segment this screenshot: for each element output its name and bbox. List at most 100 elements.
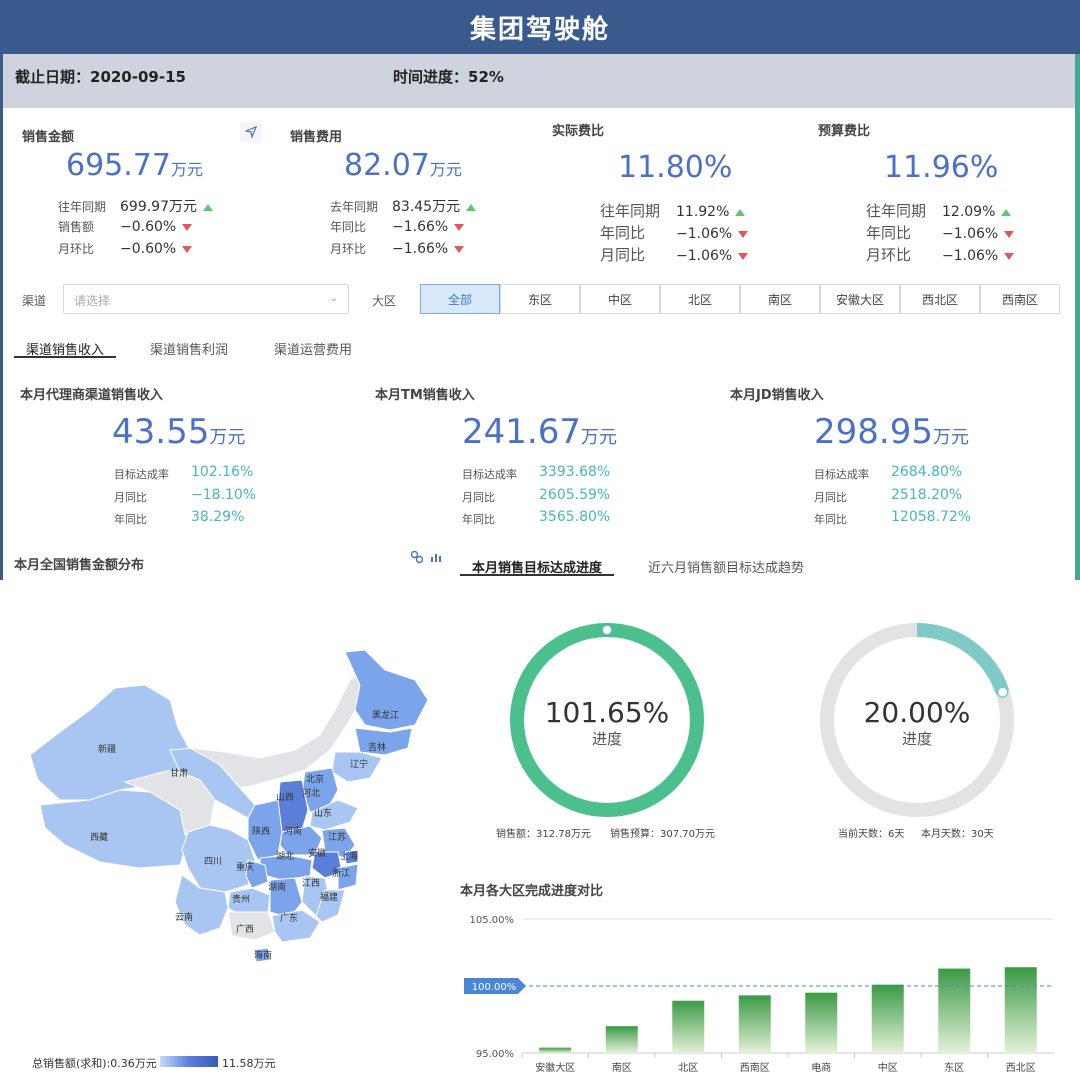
region-button[interactable]: 东区 — [500, 284, 580, 314]
bar[interactable] — [938, 968, 971, 1053]
map-label: 安徽 — [308, 847, 326, 859]
tab-channel-profit[interactable]: 渠道销售利润 — [150, 339, 228, 358]
kpi-row: 销售额 −0.60% — [58, 218, 193, 235]
bar[interactable] — [1004, 967, 1037, 1053]
x-tick-label: 北区 — [678, 1062, 698, 1074]
region-button[interactable]: 西南区 — [980, 284, 1060, 314]
map-title: 本月全国销售金额分布 — [14, 558, 145, 573]
bar[interactable] — [805, 992, 838, 1053]
bar[interactable] — [738, 995, 771, 1053]
channel-row: 月同比 2518.20% — [814, 487, 963, 504]
channel-select[interactable]: 请选择 ⌄ — [63, 284, 349, 314]
trend-down-icon — [1004, 252, 1015, 260]
reference-label: 100.00% — [472, 982, 517, 993]
kpi-row: 年同比 −1.66% — [330, 218, 465, 235]
map-label: 海南 — [254, 949, 272, 961]
region-button[interactable]: 西北区 — [900, 284, 980, 314]
trend-down-icon — [454, 223, 465, 231]
kpi-row: 往年同期 12.09% — [866, 200, 1012, 221]
right-border — [1075, 0, 1080, 580]
kpi-actual-ratio: 实际费比 11.80% 往年同期 11.92% 年同比 −1.06% 月同比 −1.0… — [552, 112, 812, 265]
link-icon[interactable] — [410, 550, 424, 564]
region-button[interactable]: 安徽大区 — [820, 284, 900, 314]
bar[interactable] — [672, 1000, 705, 1053]
legend-min: 总销售额(求和):0.36万元 — [32, 1057, 157, 1070]
kpi-row: 年同比 −1.06% — [600, 222, 749, 243]
kpi-row: 往年同期 11.92% — [600, 200, 746, 221]
region-button[interactable]: 全部 — [420, 284, 500, 314]
bar[interactable] — [871, 984, 904, 1053]
trend-up-icon — [203, 203, 213, 211]
map-label: 四川 — [204, 857, 222, 867]
channel-row: 目标达成率 3393.68% — [462, 464, 611, 481]
send-icon[interactable] — [240, 122, 262, 142]
map-label: 河南 — [284, 825, 302, 837]
gauge-sub: 进度 — [901, 730, 932, 748]
region-progress-chart: 105.00% 95.00% 安徽大区 南区 北区 西南区 电商 中区 东区 西北区 100.00% — [464, 915, 1054, 1074]
map-label: 吉林 — [368, 741, 386, 753]
channel-label: 渠道 — [22, 294, 47, 308]
gauge-foot: 销售预算：307.70万元 — [610, 829, 715, 840]
bar-chart-icon[interactable] — [429, 550, 443, 564]
province-shanxi[interactable] — [277, 779, 309, 833]
map-label: 西藏 — [90, 831, 108, 843]
bar[interactable] — [605, 1026, 638, 1053]
map-label: 山东 — [314, 807, 332, 819]
trend-down-icon — [1004, 230, 1015, 238]
map-label: 贵州 — [232, 893, 250, 905]
x-tick-label: 东区 — [944, 1061, 964, 1074]
map-label: 山西 — [276, 792, 294, 803]
map-label: 福建 — [320, 891, 338, 903]
gauge-value: 20.00% — [863, 696, 971, 729]
kpi-label: 销售金额 — [22, 130, 75, 145]
channel-label: 本月JD销售收入 — [730, 388, 824, 403]
kpi-row: 月同比 −1.06% — [600, 244, 749, 265]
bar[interactable] — [539, 1047, 572, 1053]
kpi-row: 年同比 −1.06% — [866, 222, 1015, 243]
trend-up-icon — [466, 203, 477, 211]
kpi-row: 往年同期 699.97万元 — [58, 196, 213, 216]
chart-title: 本月各大区完成进度对比 — [460, 884, 604, 899]
tab-channel-opex[interactable]: 渠道运营费用 — [274, 339, 352, 358]
channel-row: 目标达成率 2684.80% — [814, 464, 963, 481]
channel-label: 本月TM销售收入 — [375, 388, 475, 403]
gauge-knob[interactable] — [601, 624, 613, 636]
y-tick-label: 95.00% — [476, 1049, 514, 1060]
time-progress: 时间进度：52% — [393, 68, 504, 86]
channel-value: 298.95万元 — [814, 412, 969, 452]
trend-up-icon — [735, 208, 746, 216]
region-button[interactable]: 南区 — [740, 284, 820, 314]
x-tick-label: 中区 — [878, 1061, 898, 1074]
kpi-row: 月环比 −1.66% — [330, 240, 465, 257]
gauge-value: 101.65% — [544, 696, 670, 729]
tab-six-month-trend[interactable]: 近六月销售额目标达成趋势 — [648, 557, 804, 576]
x-tick-label: 西南区 — [740, 1061, 770, 1074]
map-label: 陕西 — [252, 825, 270, 837]
channel-value: 43.55万元 — [112, 412, 246, 452]
region-label: 大区 — [372, 294, 397, 308]
trend-down-icon — [454, 245, 465, 253]
cutoff-date: 截止日期：2020-09-15 — [15, 68, 186, 86]
map-label: 浙江 — [332, 867, 350, 879]
channel-value: 241.67万元 — [462, 412, 617, 452]
channel-row: 年同比 12058.72% — [814, 509, 972, 526]
kpi-value: 82.07万元 — [344, 148, 462, 183]
channel-placeholder: 请选择 — [74, 294, 111, 308]
map-label: 新疆 — [98, 743, 116, 755]
region-button[interactable]: 北区 — [660, 284, 740, 314]
map-label: 湖北 — [276, 851, 294, 862]
map-label: 北京 — [306, 773, 324, 785]
kpi-row: 月环比 −0.60% — [58, 240, 193, 257]
trend-down-icon — [182, 223, 193, 231]
gauge-foot: 销售额：312.78万元 — [496, 829, 591, 840]
channel-row: 年同比 3565.80% — [462, 509, 611, 526]
map-label: 广东 — [280, 912, 298, 924]
map-label: 广西 — [236, 923, 254, 935]
page-title: 集团驾驶舱 — [469, 14, 610, 45]
x-tick-label: 南区 — [612, 1061, 632, 1074]
header: 集团驾驶舱 — [0, 0, 1080, 54]
map-label: 甘肃 — [170, 767, 188, 779]
region-button[interactable]: 中区 — [580, 284, 660, 314]
x-tick-label: 电商 — [811, 1061, 831, 1074]
x-tick-label: 安徽大区 — [535, 1061, 575, 1074]
